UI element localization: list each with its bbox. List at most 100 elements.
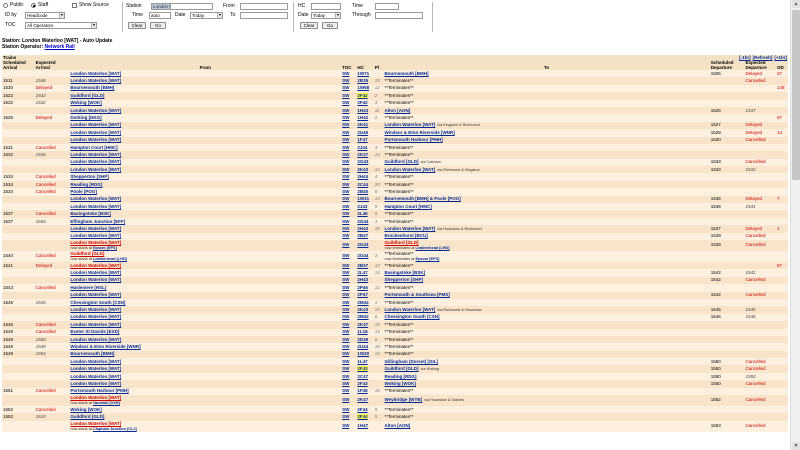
from-station-link[interactable]: London Waterloo [WAT] xyxy=(70,71,121,76)
from-station-link[interactable]: Woking [WOK] xyxy=(70,100,101,105)
to-station-link[interactable]: Woking [WOK] xyxy=(385,381,416,386)
from-station-link[interactable]: London Waterloo [WAT] xyxy=(70,196,121,201)
headcode-link[interactable]: 2B47 xyxy=(357,233,368,238)
through-input[interactable] xyxy=(375,12,423,19)
headcode-link[interactable]: 1W71 xyxy=(357,71,369,76)
toc-link[interactable]: SW xyxy=(342,344,349,349)
from-station-link[interactable]: London Waterloo [WAT] xyxy=(70,374,121,379)
toc-link[interactable]: SW xyxy=(342,322,349,327)
toc-link[interactable]: SW xyxy=(342,351,349,356)
to-station-link[interactable]: Portsmouth & Southsea [PMS] xyxy=(385,292,450,297)
from-station-link[interactable]: Guildford [GLD] xyxy=(70,93,104,98)
headcode-link[interactable]: 2G43 xyxy=(357,242,368,247)
from-station-link[interactable]: Portsmouth Harbour [PMH] xyxy=(70,388,128,393)
toc-link[interactable]: SW xyxy=(342,359,349,364)
from-station-link[interactable]: Reading [RDG] xyxy=(70,182,102,187)
to-station-link[interactable]: Alton [AON] xyxy=(385,423,411,428)
toc-link[interactable]: SW xyxy=(342,300,349,305)
toc-link[interactable]: SW xyxy=(342,93,349,98)
headcode-link[interactable]: 1W20 xyxy=(357,351,369,356)
from-note-station-link[interactable]: Epsom [EPS] xyxy=(93,246,117,250)
scroll-up-icon[interactable]: ▲ xyxy=(792,0,800,8)
headcode-link[interactable]: 2G44 xyxy=(357,253,368,258)
toc-link[interactable]: SW xyxy=(342,253,349,258)
headcode-link[interactable]: 2H44 xyxy=(357,174,368,179)
headcode-link[interactable]: 2G44 xyxy=(357,219,368,224)
hc-time-input[interactable] xyxy=(375,3,399,10)
headcode-link[interactable]: 2B37 xyxy=(357,263,368,268)
headcode-link[interactable]: 2K41 xyxy=(357,122,368,127)
from-station-link[interactable]: London Waterloo [WAT] xyxy=(70,130,121,135)
toc-link[interactable]: SW xyxy=(342,130,349,135)
station-input-rest[interactable] xyxy=(171,3,213,10)
staff-radio[interactable] xyxy=(31,3,36,8)
headcode-link[interactable]: 2M44 xyxy=(357,300,368,305)
from-station-link[interactable]: Windsor & Eton Riverside [WNR] xyxy=(70,344,140,349)
toc-link[interactable]: SW xyxy=(342,115,349,120)
toc-link[interactable]: SW xyxy=(342,242,349,247)
toc-link[interactable]: SW xyxy=(342,196,349,201)
to-station-link[interactable]: Chessington South [CSN] xyxy=(385,314,440,319)
headcode-link[interactable]: 1H42 xyxy=(357,115,368,120)
from-station-link[interactable]: London Waterloo [WAT] xyxy=(70,292,121,297)
from-station-link[interactable]: London Waterloo [WAT] xyxy=(70,314,121,319)
from-station-link[interactable]: Basingstoke [BSK] xyxy=(70,211,111,216)
headcode-link[interactable]: 2G43 xyxy=(357,159,368,164)
toc-link[interactable]: SW xyxy=(342,108,349,113)
headcode-link[interactable]: 2P46 xyxy=(357,285,368,290)
toc-link[interactable]: SW xyxy=(342,366,349,371)
toc-select[interactable]: All Operators ▼ xyxy=(25,22,97,29)
from-station-link[interactable]: London Waterloo [WAT] xyxy=(70,307,121,312)
to-station-link[interactable]: Hampton Court [HMC] xyxy=(385,204,432,209)
toc-link[interactable]: SW xyxy=(342,329,349,334)
to-station-link[interactable]: London Waterloo [WAT] xyxy=(385,122,436,127)
headcode-link[interactable]: 2D39 xyxy=(357,337,368,342)
public-radio[interactable] xyxy=(3,3,8,8)
from-station-link[interactable]: London Waterloo [WAT] xyxy=(70,381,121,386)
from-station-link[interactable]: London Waterloo [WAT] xyxy=(70,167,121,172)
toc-link[interactable]: SW xyxy=(342,137,349,142)
station-input[interactable]: London W xyxy=(151,3,171,10)
toc-link[interactable]: SW xyxy=(342,226,349,231)
toc-link[interactable]: SW xyxy=(342,174,349,179)
toc-link[interactable]: SW xyxy=(342,414,349,419)
to-station-link[interactable]: Brockenhurst [BCU] xyxy=(385,233,428,238)
from-station-link[interactable]: London Waterloo [WAT] xyxy=(70,233,121,238)
headcode-link[interactable]: 2H43 xyxy=(357,277,368,282)
to-station-link[interactable]: Guildford [GLD] xyxy=(385,366,419,371)
headcode-link[interactable]: 2K37 xyxy=(357,322,368,327)
from-station-link[interactable]: Bournemouth [BMH] xyxy=(70,85,114,90)
from-station-link[interactable]: London Waterloo [WAT] xyxy=(70,395,121,401)
headcode-link[interactable]: 2B35 xyxy=(357,78,368,83)
headcode-link[interactable]: 2L46 xyxy=(357,211,367,216)
toc-link[interactable]: SW xyxy=(342,100,349,105)
toc-link[interactable]: SW xyxy=(342,292,349,297)
headcode-link[interactable]: 2F42 xyxy=(357,100,367,105)
headcode-link[interactable]: 2P47 xyxy=(357,292,368,297)
toc-link[interactable]: SW xyxy=(342,270,349,275)
to-station-link[interactable]: Basingstoke [BSK] xyxy=(385,270,426,275)
headcode-link[interactable]: 2B40 xyxy=(357,189,368,194)
from-station-link[interactable]: Chessington South [CSN] xyxy=(70,300,125,305)
hc-input[interactable] xyxy=(311,3,341,10)
scroll-thumb[interactable] xyxy=(792,10,800,180)
headcode-link[interactable]: 2L47 xyxy=(357,270,367,275)
from-station-link[interactable]: London Waterloo [WAT] xyxy=(70,366,121,371)
to-station-link[interactable]: Bournemouth [BMH] & Poole [POO] xyxy=(385,196,461,201)
headcode-link[interactable]: 2K37 xyxy=(357,152,368,157)
from-station-link[interactable]: London Waterloo [WAT] xyxy=(70,322,121,327)
from-station-link[interactable]: Guildford [GLD] xyxy=(70,414,104,419)
headcode-link[interactable]: 2F43 xyxy=(357,366,368,372)
toc-link[interactable]: SW xyxy=(342,407,349,412)
headcode-link[interactable]: 1F47 xyxy=(357,137,367,142)
from-station-link[interactable]: Shepperton [SHP] xyxy=(70,174,109,179)
to-station-link[interactable]: London Waterloo [WAT] xyxy=(385,307,436,312)
from-station-link[interactable]: Effingham Junction [EFF] xyxy=(70,219,125,224)
from-station-link[interactable]: Dorking [DKG] xyxy=(70,115,101,120)
to-station-link[interactable]: Portsmouth Harbour [PMH] xyxy=(385,137,443,142)
headcode-link[interactable]: 1L47 xyxy=(357,359,367,364)
time-input[interactable]: auto xyxy=(149,12,171,19)
from-station-link[interactable]: London Waterloo [WAT] xyxy=(70,277,121,282)
from-station-link[interactable]: London Waterloo [WAT] xyxy=(70,359,121,364)
headcode-link[interactable]: 2J44 xyxy=(357,145,367,150)
